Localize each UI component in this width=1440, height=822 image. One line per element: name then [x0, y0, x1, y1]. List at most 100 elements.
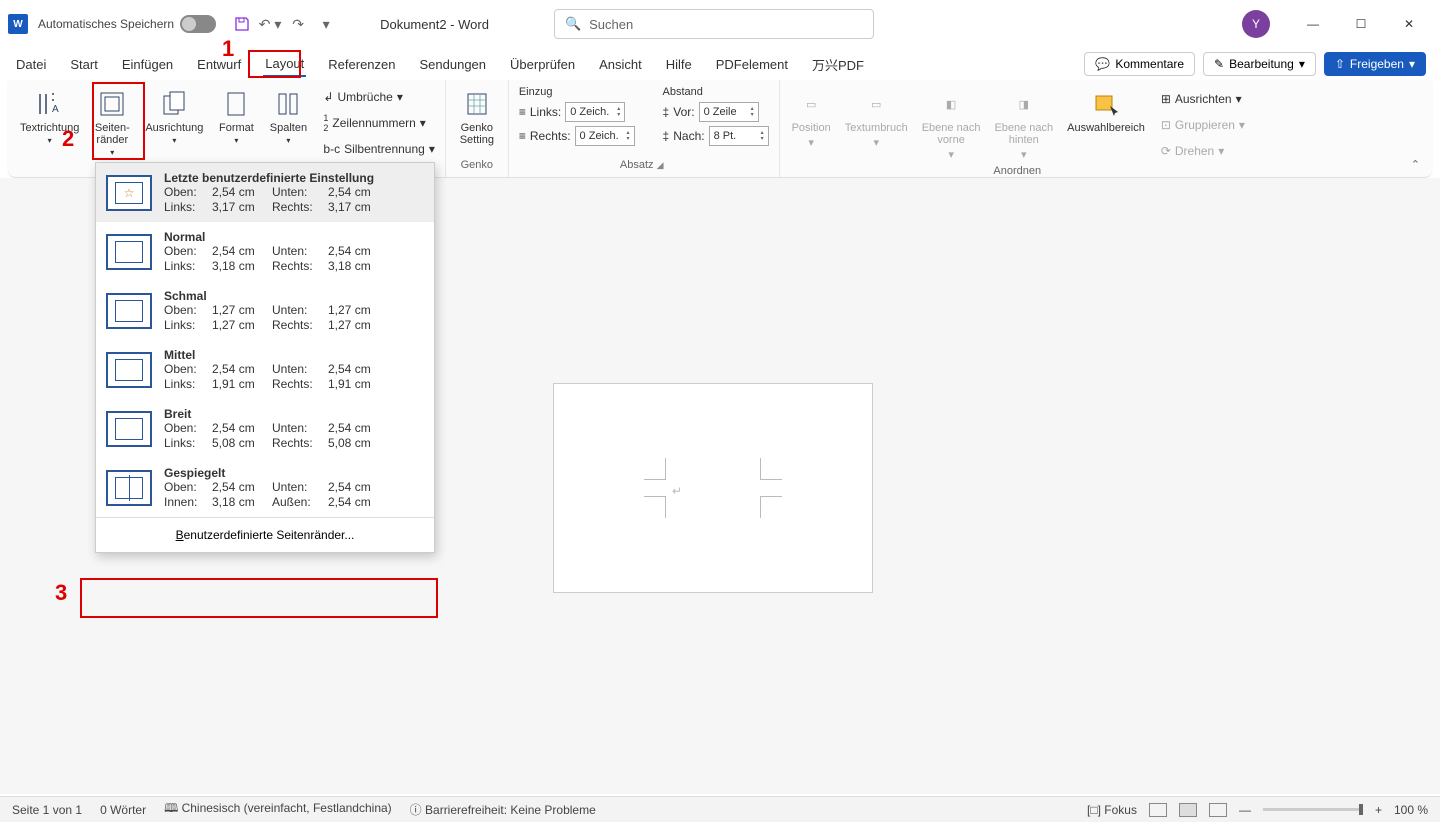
autosave-toggle[interactable] [180, 15, 216, 33]
margins-option-last[interactable]: Letzte benutzerdefinierte Einstellung Ob… [96, 163, 434, 222]
hyphen-icon: b-c [323, 142, 340, 156]
indent-right-icon: ≡ [519, 129, 526, 143]
margins-option-wide[interactable]: Breit Oben:2,54 cmUnten:2,54 cm Links:5,… [96, 399, 434, 458]
bring-forward-icon: ◧ [935, 88, 967, 120]
tab-design[interactable]: Entwurf [195, 53, 243, 76]
orientation-button[interactable]: Ausrichtung▾ [139, 84, 209, 161]
maximize-button[interactable]: ☐ [1338, 8, 1384, 40]
chevron-down-icon: ▾ [286, 136, 290, 145]
read-mode-button[interactable] [1149, 803, 1167, 817]
print-layout-button[interactable] [1179, 803, 1197, 817]
annotation-3-box [80, 578, 438, 618]
margin-marker [760, 496, 782, 518]
group-icon: ⊡ [1161, 118, 1171, 132]
tab-pdfelement[interactable]: PDFelement [714, 53, 790, 76]
breaks-button[interactable]: ↲Umbrüche ▾ [319, 85, 438, 109]
custom-margins-button[interactable]: Benutzerdefinierte Seitenränder... [96, 517, 434, 552]
page-indicator[interactable]: Seite 1 von 1 [12, 803, 82, 817]
tab-file[interactable]: Datei [14, 53, 48, 76]
margins-preset-icon [106, 411, 152, 447]
margins-preset-icon [106, 234, 152, 270]
annotation-2-box [92, 82, 145, 160]
chevron-down-icon: ▾ [172, 136, 176, 145]
genko-button[interactable]: Genko Setting [452, 84, 502, 159]
comments-button[interactable]: 💬Kommentare [1084, 52, 1195, 76]
web-layout-button[interactable] [1209, 803, 1227, 817]
size-button[interactable]: Format▾ [211, 84, 261, 161]
spacing-after-icon: ‡ [663, 129, 670, 143]
selection-pane-button[interactable]: Auswahlbereich [1061, 84, 1151, 165]
breaks-icon: ↲ [323, 90, 333, 104]
indent-right-input[interactable]: 0 Zeich.▴▾ [575, 126, 635, 146]
qat-customize[interactable]: ▾ [312, 10, 340, 38]
columns-button[interactable]: Spalten▾ [263, 84, 313, 161]
tab-view[interactable]: Ansicht [597, 53, 644, 76]
zoom-in-button[interactable]: + [1375, 803, 1382, 817]
editing-mode-button[interactable]: ✎Bearbeitung▾ [1203, 52, 1316, 76]
zoom-slider[interactable] [1263, 808, 1363, 811]
margins-dropdown: Letzte benutzerdefinierte Einstellung Ob… [95, 162, 435, 553]
indent-left-icon: ≡ [519, 105, 526, 119]
spacing-after-input[interactable]: 8 Pt.▴▾ [709, 126, 769, 146]
orientation-icon [158, 88, 190, 120]
user-avatar[interactable]: Y [1242, 10, 1270, 38]
text-direction-button[interactable]: A Textrichtung▾ [14, 84, 85, 161]
tab-wanxing[interactable]: 万兴PDF [810, 51, 866, 78]
chevron-down-icon: ▾ [1409, 57, 1415, 71]
line-numbers-button[interactable]: 12Zeilennummern ▾ [319, 111, 438, 135]
margins-preset-icon [106, 470, 152, 506]
paragraph-launcher[interactable]: ◢ [657, 160, 668, 170]
language-indicator[interactable]: 🕮 Chinesisch (vereinfacht, Festlandchina… [164, 799, 392, 820]
wrap-icon: ▭ [860, 88, 892, 120]
send-back-button: ◨Ebene nach hinten▾ [988, 84, 1059, 165]
close-button[interactable]: ✕ [1386, 8, 1432, 40]
selection-icon [1090, 88, 1122, 120]
share-icon: ⇧ [1335, 57, 1345, 71]
page[interactable]: ↵ [553, 383, 873, 593]
focus-mode-button[interactable]: [□] Fokus [1087, 803, 1137, 817]
word-count[interactable]: 0 Wörter [100, 803, 146, 817]
genko-icon [461, 88, 493, 120]
page-size-icon [220, 88, 252, 120]
send-back-icon: ◨ [1008, 88, 1040, 120]
margins-option-normal[interactable]: Normal Oben:2,54 cmUnten:2,54 cm Links:3… [96, 222, 434, 281]
columns-icon [272, 88, 304, 120]
annotation-2: 2 [62, 126, 74, 152]
tab-references[interactable]: Referenzen [326, 53, 397, 76]
indent-heading: Einzug [515, 84, 639, 100]
margins-option-mirrored[interactable]: Gespiegelt Oben:2,54 cmUnten:2,54 cm Inn… [96, 458, 434, 517]
margins-option-medium[interactable]: Mittel Oben:2,54 cmUnten:2,54 cm Links:1… [96, 340, 434, 399]
annotation-1-box [248, 50, 301, 78]
spacing-before-input[interactable]: 0 Zeile▴▾ [699, 102, 759, 122]
svg-text:A: A [52, 104, 59, 115]
annotation-1: 1 [222, 36, 234, 62]
group-button: ⊡Gruppieren ▾ [1157, 113, 1249, 137]
zoom-level[interactable]: 100 % [1394, 803, 1428, 817]
hyphenation-button[interactable]: b-cSilbentrennung ▾ [319, 137, 438, 161]
margins-option-narrow[interactable]: Schmal Oben:1,27 cmUnten:1,27 cm Links:1… [96, 281, 434, 340]
chevron-down-icon: ▾ [234, 136, 238, 145]
tab-review[interactable]: Überprüfen [508, 53, 577, 76]
undo-button[interactable]: ↶ ▾ [256, 10, 284, 38]
tab-home[interactable]: Start [68, 53, 99, 76]
align-button[interactable]: ⊞Ausrichten ▾ [1157, 87, 1249, 111]
autosave-label: Automatisches Speichern [38, 17, 174, 31]
comment-icon: 💬 [1095, 57, 1110, 71]
redo-button[interactable]: ↷ [284, 10, 312, 38]
annotation-3: 3 [55, 580, 67, 606]
margin-marker [760, 458, 782, 480]
zoom-out-button[interactable]: — [1239, 803, 1251, 817]
save-icon[interactable] [228, 10, 256, 38]
margins-preset-icon [106, 175, 152, 211]
tab-mailings[interactable]: Sendungen [418, 53, 489, 76]
accessibility-status[interactable]: ⓘ Barrierefreiheit: Keine Probleme [410, 801, 596, 818]
collapse-ribbon-button[interactable]: ⌃ [1411, 158, 1420, 171]
pencil-icon: ✎ [1214, 57, 1224, 71]
indent-left-input[interactable]: 0 Zeich.▴▾ [565, 102, 625, 122]
minimize-button[interactable]: — [1290, 8, 1336, 40]
search-box[interactable]: 🔍 Suchen [554, 9, 874, 39]
share-button[interactable]: ⇧Freigeben▾ [1324, 52, 1426, 76]
tab-insert[interactable]: Einfügen [120, 53, 175, 76]
tab-help[interactable]: Hilfe [664, 53, 694, 76]
genko-group-label: Genko [452, 159, 502, 175]
